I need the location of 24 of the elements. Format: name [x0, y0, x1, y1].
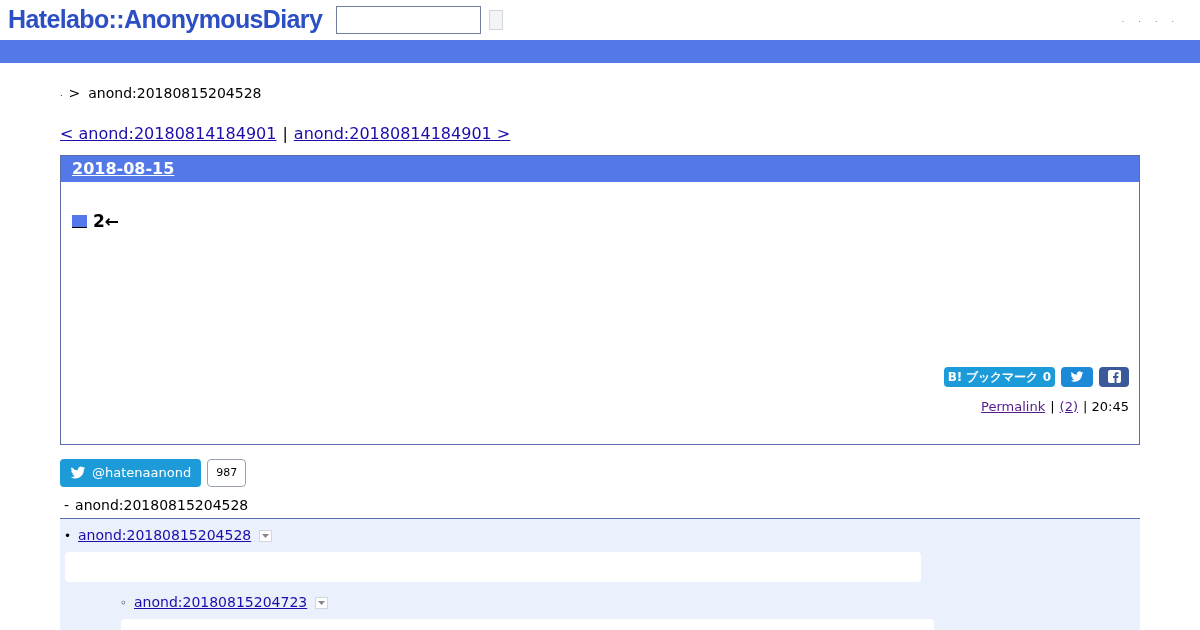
entry-title: 2←	[93, 210, 120, 233]
follower-count: 987	[207, 459, 247, 487]
tree-heading: anond:20180815204528	[75, 496, 249, 515]
header-link[interactable]: .	[1121, 14, 1125, 26]
home-link[interactable]: .	[60, 87, 63, 100]
footer-text: |	[1050, 397, 1055, 416]
entry-link[interactable]: anond:20180815204528	[78, 525, 252, 546]
footer-link[interactable]: Permalink	[981, 396, 1046, 416]
breadcrumb-current: anond:20180815204528	[88, 84, 262, 103]
header-link[interactable]: .	[1154, 14, 1158, 26]
prev-link[interactable]: < anond:20180814184901	[60, 122, 277, 146]
date-link[interactable]: 2018-08-15	[72, 157, 175, 181]
footer-link[interactable]: (2)	[1059, 396, 1078, 416]
footer-text: | 20:45	[1083, 397, 1129, 416]
breadcrumb-separator: >	[68, 84, 81, 103]
header-link[interactable]: .	[1138, 14, 1141, 26]
site-logo[interactable]: Hatelabo::AnonymousDiary	[8, 1, 323, 39]
list-bullet: •	[64, 527, 70, 545]
next-link[interactable]: anond:20180814184901 >	[293, 122, 511, 146]
tree-marker: -	[64, 496, 70, 515]
entry-link[interactable]: anond:20180815204723	[134, 592, 308, 613]
header-link[interactable]: .	[1171, 14, 1174, 26]
pager-separator: |	[282, 123, 288, 145]
list-bullet: ◦	[120, 594, 126, 612]
